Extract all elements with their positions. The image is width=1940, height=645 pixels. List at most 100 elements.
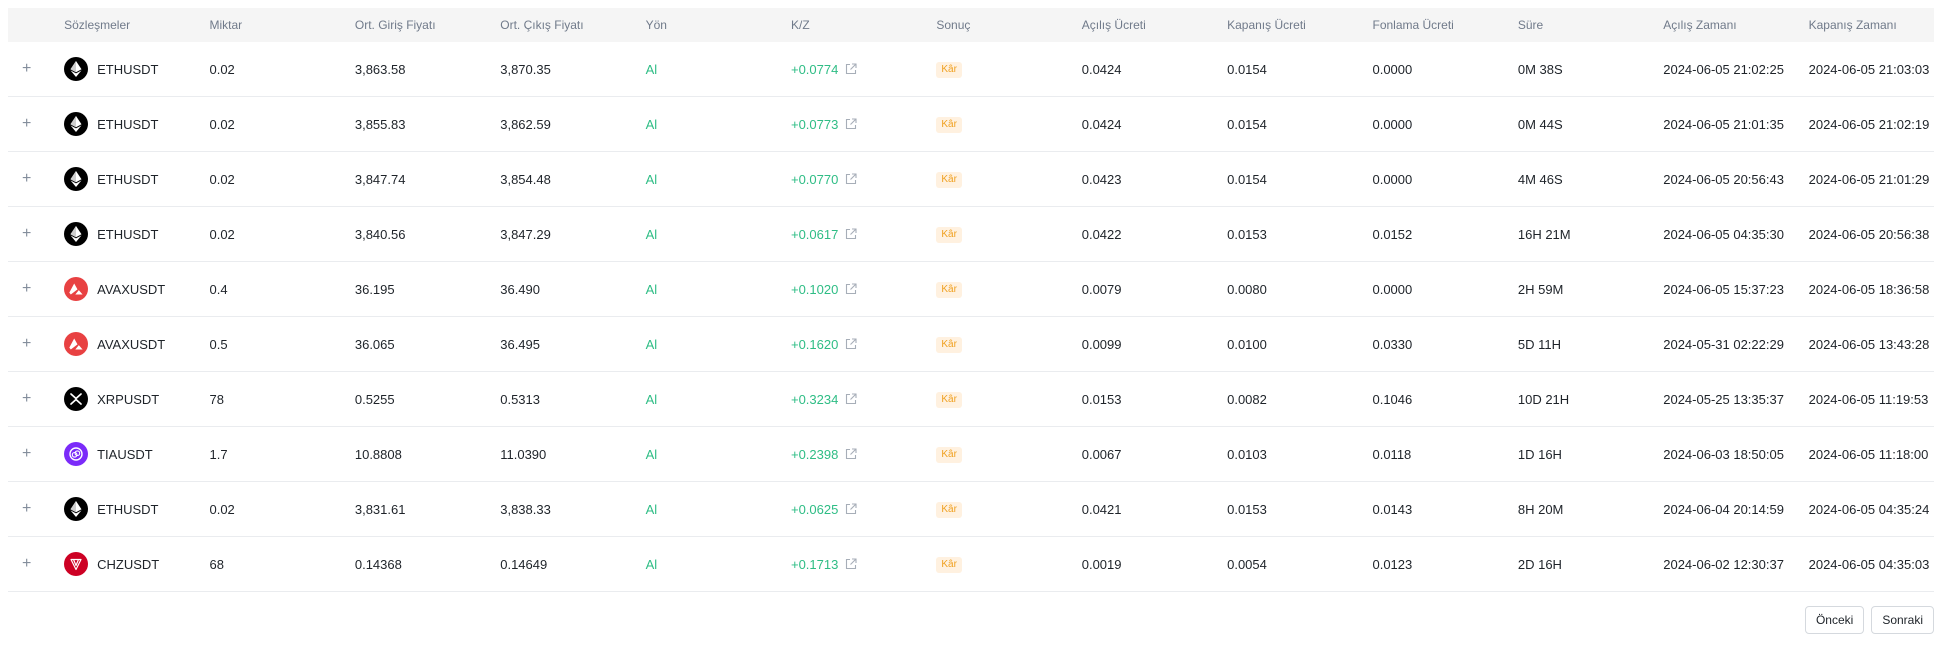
pnl-cell: +0.1620 — [780, 316, 927, 372]
header-open-time: Açılış Zamanı — [1653, 8, 1799, 42]
expand-row-button[interactable]: + — [8, 481, 55, 537]
header-contracts: Sözleşmeler — [54, 8, 200, 42]
pnl-value: +0.0773 — [790, 116, 839, 132]
open-time-cell: 2024-06-03 18:50:05 — [1653, 426, 1799, 482]
pnl-value: +0.3234 — [790, 391, 839, 407]
open-fee-cell: 0.0019 — [1071, 536, 1218, 592]
expand-row-button[interactable]: + — [8, 96, 55, 152]
next-page-button[interactable]: Sonraki — [1871, 606, 1934, 634]
expand-row-button[interactable]: + — [8, 536, 55, 592]
table-row[interactable]: + ETHUSDT 0.02 3,847.74 3,854.48 Al +0.0770 Kâr… — [8, 151, 1934, 207]
close-fee-cell: 0.0153 — [1217, 481, 1363, 537]
external-link-icon[interactable] — [845, 503, 857, 515]
table-row[interactable]: + ETHUSDT 0.02 3,831.61 3,838.33 Al +0.0625 Kâr… — [8, 481, 1934, 537]
table-row[interactable]: + ETHUSDT 0.02 3,855.83 3,862.59 Al +0.0773 Kâr… — [8, 96, 1934, 152]
result-cell: Kâr — [926, 206, 1072, 262]
open-time-cell: 2024-06-05 21:01:35 — [1653, 96, 1799, 152]
close-time-cell: 2024-06-05 04:35:24 — [1798, 481, 1934, 537]
external-link-icon[interactable] — [845, 393, 857, 405]
funding-fee-cell: 0.0143 — [1362, 481, 1508, 537]
external-link-icon[interactable] — [845, 118, 857, 130]
exit-price-cell: 36.490 — [490, 261, 636, 317]
close-fee-cell: 0.0154 — [1217, 42, 1363, 97]
previous-page-button[interactable]: Önceki — [1804, 606, 1865, 634]
header-open-fee: Açılış Ücreti — [1071, 8, 1218, 42]
close-time-cell: 2024-06-05 21:03:03 — [1798, 42, 1934, 97]
expand-row-button[interactable]: + — [8, 316, 55, 372]
close-fee-cell: 0.0154 — [1217, 96, 1363, 152]
external-link-icon[interactable] — [845, 283, 857, 295]
close-fee-cell: 0.0054 — [1217, 536, 1363, 592]
table-row[interactable]: + AVAXUSDT 0.5 36.065 36.495 Al +0.1620 Kâr 0.00… — [8, 316, 1934, 372]
result-badge: Kâr — [936, 557, 962, 573]
close-time-cell: 2024-06-05 18:36:58 — [1798, 261, 1934, 317]
pnl-value: +0.1620 — [790, 336, 839, 352]
funding-fee-cell: 0.0000 — [1362, 42, 1508, 97]
contract-cell: ETHUSDT — [54, 151, 200, 207]
expand-row-button[interactable]: + — [8, 261, 55, 317]
duration-cell: 10D 21H — [1507, 371, 1654, 427]
close-time-cell: 2024-06-05 13:43:28 — [1798, 316, 1934, 372]
pagination: Önceki Sonraki — [1804, 606, 1934, 634]
exit-price-cell: 3,847.29 — [490, 206, 636, 262]
external-link-icon[interactable] — [845, 228, 857, 240]
header-avg-entry-price: Ort. Giriş Fiyatı — [344, 8, 491, 42]
exit-price-cell: 3,854.48 — [490, 151, 636, 207]
header-pnl: K/Z — [780, 8, 927, 42]
open-fee-cell: 0.0079 — [1071, 261, 1218, 317]
contract-cell: AVAXUSDT — [54, 261, 200, 317]
quantity-cell: 0.02 — [199, 151, 345, 207]
open-fee-cell: 0.0421 — [1071, 481, 1218, 537]
expand-row-button[interactable]: + — [8, 206, 55, 262]
expand-row-button[interactable]: + — [8, 371, 55, 427]
table-row[interactable]: + ETHUSDT 0.02 3,840.56 3,847.29 Al +0.0617 Kâr… — [8, 206, 1934, 262]
chiliz-icon — [64, 552, 89, 576]
exit-price-cell: 11.0390 — [490, 426, 636, 482]
contract-cell: ETHUSDT — [54, 481, 200, 537]
celestia-icon — [64, 442, 89, 466]
table-row[interactable]: + ETHUSDT 0.02 3,863.58 3,870.35 Al +0.0774 Kâr… — [8, 42, 1934, 97]
quantity-cell: 0.02 — [199, 42, 345, 97]
ethereum-icon — [64, 497, 89, 521]
result-badge: Kâr — [936, 172, 962, 188]
result-badge: Kâr — [936, 337, 962, 353]
expand-row-button[interactable]: + — [8, 151, 55, 207]
contract-cell: TIAUSDT — [54, 426, 200, 482]
table-row[interactable]: + TIAUSDT 1.7 10.8808 11.0390 Al +0.2398 Kâr 0.0… — [8, 426, 1934, 482]
external-link-icon[interactable] — [845, 63, 857, 75]
duration-cell: 1D 16H — [1507, 426, 1654, 482]
quantity-cell: 0.02 — [199, 481, 345, 537]
open-fee-cell: 0.0422 — [1071, 206, 1218, 262]
external-link-icon[interactable] — [845, 173, 857, 185]
close-fee-cell: 0.0080 — [1217, 261, 1363, 317]
close-time-cell: 2024-06-05 04:35:03 — [1798, 536, 1934, 592]
open-time-cell: 2024-06-04 20:14:59 — [1653, 481, 1799, 537]
quantity-cell: 78 — [199, 371, 345, 427]
open-time-cell: 2024-06-05 15:37:23 — [1653, 261, 1799, 317]
header-funding-fee: Fonlama Ücreti — [1362, 8, 1508, 42]
table-body: + ETHUSDT 0.02 3,863.58 3,870.35 Al +0.0774 Kâr… — [8, 42, 1934, 592]
table-row[interactable]: + XRPUSDT 78 0.5255 0.5313 Al +0.3234 Kâr 0.0153… — [8, 371, 1934, 427]
side-cell: Al — [635, 426, 781, 482]
open-time-cell: 2024-05-31 02:22:29 — [1653, 316, 1799, 372]
external-link-icon[interactable] — [845, 448, 857, 460]
quantity-cell: 0.02 — [199, 206, 345, 262]
table-row[interactable]: + AVAXUSDT 0.4 36.195 36.490 Al +0.1020 Kâr 0.00… — [8, 261, 1934, 317]
pnl-value: +0.0770 — [790, 171, 839, 187]
quantity-cell: 0.4 — [199, 261, 345, 317]
expand-row-button[interactable]: + — [8, 426, 55, 482]
result-cell: Kâr — [926, 426, 1072, 482]
contract-symbol: TIAUSDT — [97, 446, 153, 462]
contract-symbol: ETHUSDT — [97, 61, 159, 77]
contract-symbol: XRPUSDT — [97, 391, 160, 407]
external-link-icon[interactable] — [845, 558, 857, 570]
external-link-icon[interactable] — [845, 338, 857, 350]
expand-row-button[interactable]: + — [8, 42, 55, 97]
trade-history-panel: Sözleşmeler Miktar Ort. Giriş Fiyatı Ort… — [0, 0, 1940, 645]
open-fee-cell: 0.0424 — [1071, 96, 1218, 152]
side-cell: Al — [635, 261, 781, 317]
result-badge: Kâr — [936, 392, 962, 408]
table-row[interactable]: + CHZUSDT 68 0.14368 0.14649 Al +0.1713 Kâr 0.00… — [8, 536, 1934, 592]
contract-symbol: CHZUSDT — [97, 556, 160, 572]
funding-fee-cell: 0.0330 — [1362, 316, 1508, 372]
